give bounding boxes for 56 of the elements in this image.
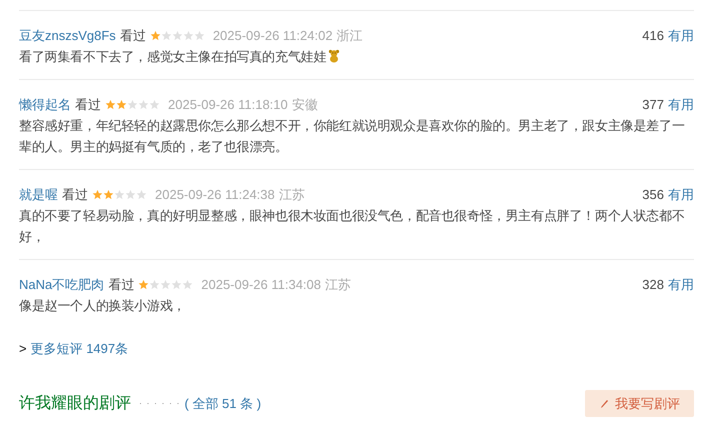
useful-link[interactable]: 有用	[668, 94, 694, 115]
user-link[interactable]: 豆友znszsVg8Fs	[19, 25, 116, 46]
more-arrow: >	[19, 340, 27, 358]
watched-status: 看过	[62, 186, 88, 204]
comment-location: 安徽	[292, 96, 318, 114]
section-title: 许我耀眼的剧评	[19, 394, 131, 414]
star-icon	[136, 189, 147, 200]
star-icon	[160, 30, 172, 41]
vote-count: 416	[642, 27, 664, 45]
vote-count: 328	[642, 276, 664, 294]
star-icon	[171, 279, 182, 290]
star-icon	[150, 30, 161, 41]
star-icon	[138, 99, 149, 110]
watched-status: 看过	[120, 27, 146, 45]
star-icon	[116, 99, 127, 110]
teddy-bear-icon	[327, 49, 342, 63]
star-icon	[103, 189, 114, 200]
comment-time: 2025-09-26 11:34:08	[201, 276, 321, 294]
comment-text: 真的不要了轻易动脸，真的好明显整感，眼神也很木妆面也很没气色，配音也很奇怪，男主有点胖了！两个人状态都不好，	[19, 207, 686, 246]
star-icon	[127, 99, 138, 110]
vote-count: 356	[642, 186, 664, 204]
useful-link[interactable]: 有用	[668, 25, 694, 46]
comment-time: 2025-09-26 11:18:10	[168, 96, 288, 114]
comment-text: 看了两集看不下去了，感觉女主像在拍写真的充气娃娃	[19, 46, 694, 67]
comment-text: 像是赵一个人的换装小游戏，	[19, 297, 186, 315]
user-link[interactable]: 懒得起名	[19, 94, 71, 115]
star-icon	[138, 279, 150, 290]
star-icon	[194, 30, 205, 41]
star-icon	[125, 189, 136, 200]
write-review-button[interactable]: 我要写剧评	[585, 390, 694, 417]
user-link[interactable]: 就是喔	[19, 184, 58, 205]
star-icon	[92, 189, 103, 200]
comment-time: 2025-09-26 11:24:02	[212, 27, 333, 45]
more-comments-link[interactable]: 更多短评 1497条	[30, 340, 128, 358]
useful-link[interactable]: 有用	[668, 274, 694, 295]
watched-status: 看过	[108, 276, 134, 294]
user-link[interactable]: NaNa不吃肥肉	[19, 274, 104, 295]
vote-count: 377	[642, 96, 664, 114]
star-icon	[149, 279, 160, 290]
star-icon	[149, 99, 160, 110]
comment-location: 浙江	[336, 27, 363, 45]
star-icon	[160, 279, 172, 290]
section-dots: · · · · · ·	[139, 396, 180, 410]
comment-location: 江苏	[325, 276, 351, 294]
comment-text: 整容感好重，年纪轻轻的赵露思你怎么那么想不开，你能红就说明观众是喜欢你的脸的。男主老了，跟女主像是差了一辈的人。男主的妈挺有气质的，老了也很漂亮。	[19, 117, 686, 156]
comment-time: 2025-09-26 11:24:38	[155, 186, 275, 204]
useful-link[interactable]: 有用	[668, 184, 694, 205]
all-reviews-link[interactable]: ( 全部 51 条 )	[184, 394, 262, 414]
pencil-icon	[599, 398, 609, 408]
star-icon	[105, 99, 116, 110]
star-icon	[172, 30, 183, 41]
star-icon	[182, 30, 194, 41]
comment-location: 江苏	[278, 186, 305, 204]
watched-status: 看过	[75, 96, 101, 114]
star-icon	[114, 189, 125, 200]
star-icon	[182, 279, 194, 290]
